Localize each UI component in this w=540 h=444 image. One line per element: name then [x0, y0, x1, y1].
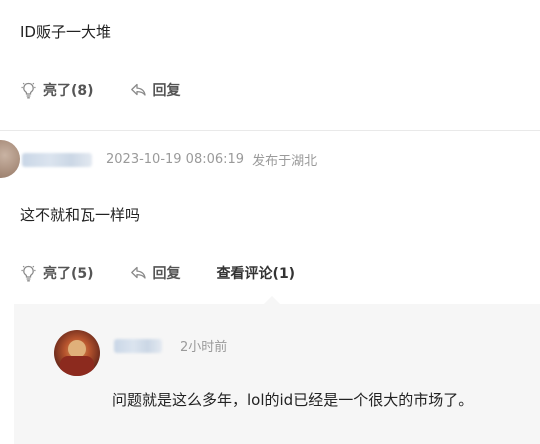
- comment-1-like-button[interactable]: 亮了(8): [20, 80, 94, 100]
- comment-1-reply-label: 回复: [152, 83, 181, 99]
- view-replies-button[interactable]: 查看评论(1): [217, 263, 296, 283]
- comment-divider: [0, 130, 540, 131]
- reply-arrow-icon: [130, 82, 147, 98]
- reply-meta: 2小时前: [114, 336, 227, 355]
- comment-2-location: 发布于湖北: [252, 154, 318, 169]
- comment-2-reply-label: 回复: [152, 266, 181, 282]
- comment-2-text: 这不就和瓦一样吗: [20, 206, 141, 224]
- reply-text: 问题就是这么多年，lol的id已经是一个很大的市场了。: [112, 391, 474, 409]
- comment-1-reply-button[interactable]: 回复: [130, 80, 181, 100]
- comment-2-reply-button[interactable]: 回复: [130, 263, 181, 283]
- reply-avatar[interactable]: [54, 330, 100, 376]
- lightbulb-icon: [20, 81, 37, 99]
- comment-1-like-label: 亮了(8): [43, 83, 94, 99]
- comment-2-actions: 亮了(5) 回复 查看评论(1): [20, 263, 295, 283]
- reply-box: 2小时前 问题就是这么多年，lol的id已经是一个很大的市场了。: [14, 304, 540, 444]
- comment-1-text: ID贩子一大堆: [20, 23, 111, 41]
- reply-username[interactable]: [114, 338, 162, 353]
- comment-2-meta: 2023-10-19 08:06:19 发布于湖北: [22, 150, 317, 169]
- comment-2-like-button[interactable]: 亮了(5): [20, 263, 94, 283]
- reply-arrow-icon: [130, 265, 147, 281]
- comment-2-like-label: 亮了(5): [43, 266, 94, 282]
- avatar[interactable]: [0, 140, 20, 178]
- username[interactable]: [22, 152, 92, 167]
- reply-time: 2小时前: [180, 340, 228, 355]
- comment-1-actions: 亮了(8) 回复: [20, 80, 181, 100]
- lightbulb-icon: [20, 264, 37, 282]
- view-replies-label: 查看评论(1): [216, 266, 296, 282]
- comment-2-timestamp: 2023-10-19 08:06:19: [106, 152, 245, 167]
